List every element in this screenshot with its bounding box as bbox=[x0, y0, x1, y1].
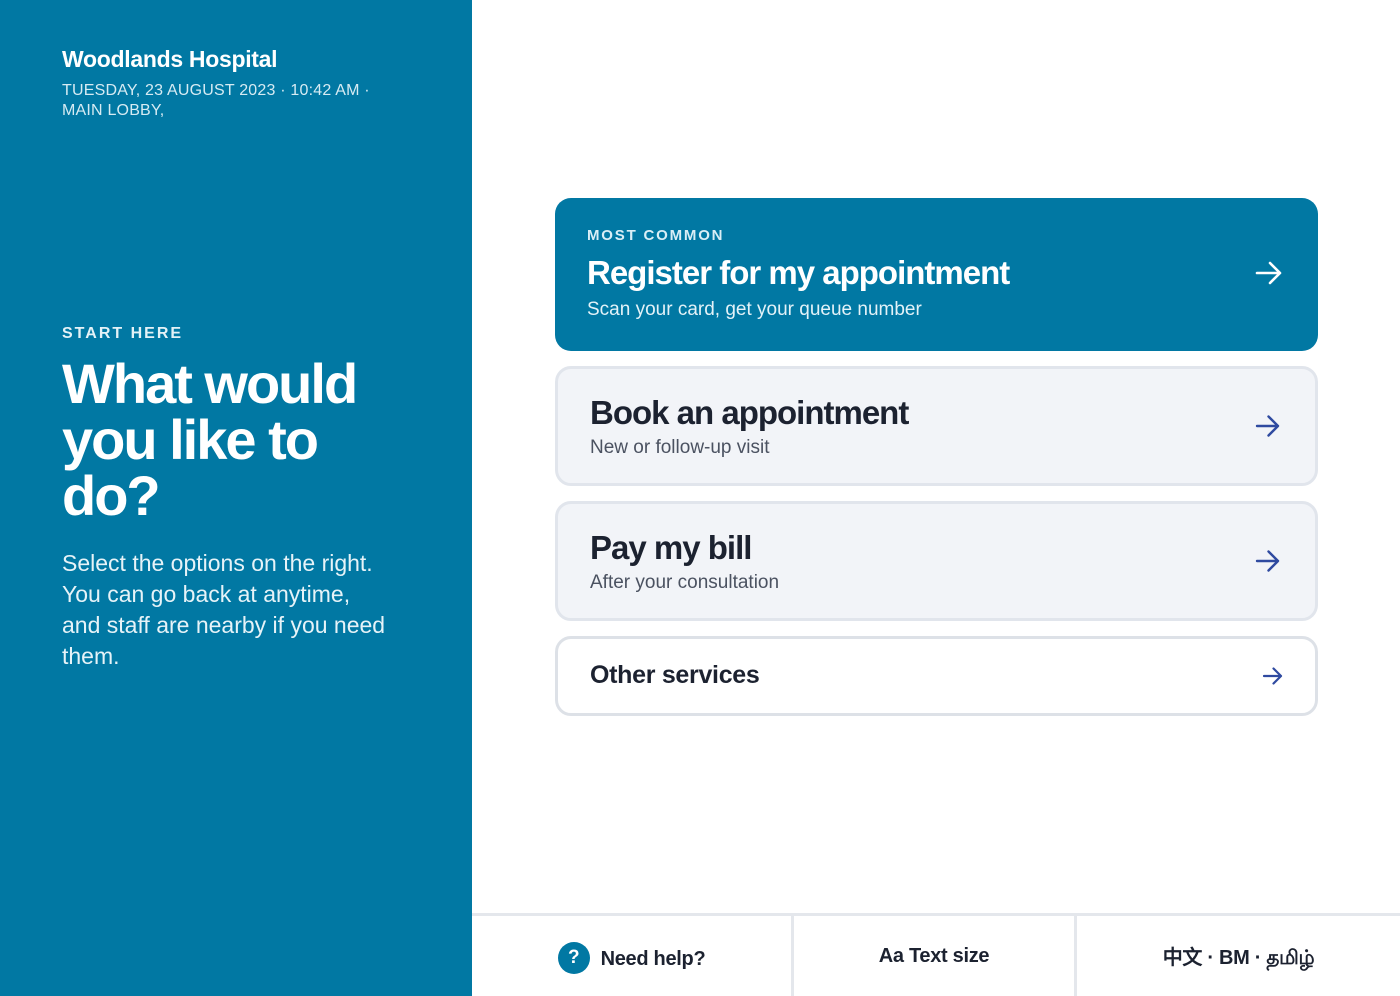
option-title: Book an appointment bbox=[590, 394, 909, 431]
arrow-right-icon bbox=[1262, 667, 1283, 685]
start-here-label: START HERE bbox=[62, 325, 184, 342]
option-subtitle: New or follow-up visit bbox=[590, 437, 770, 458]
option-title: Register for my appointment bbox=[587, 254, 1010, 291]
hospital-name: Woodlands Hospital bbox=[62, 46, 278, 72]
option-subtitle: After your consultation bbox=[590, 572, 780, 593]
text-size-button[interactable]: Aa Text size bbox=[794, 916, 1077, 996]
arrow-right-icon bbox=[1255, 415, 1280, 437]
question-icon: ? bbox=[557, 942, 590, 974]
option-subtitle: Scan your card, get your queue number bbox=[587, 299, 922, 320]
option-title: Other services bbox=[590, 661, 760, 689]
need-help-label: Need help? bbox=[600, 947, 706, 970]
pay-bill-button[interactable]: Pay my bill After your consultation bbox=[555, 501, 1318, 621]
most-common-tag: MOST COMMON bbox=[587, 227, 725, 244]
language-label: 中文 · BM · தமிழ் bbox=[1162, 946, 1315, 969]
text-size-label: Aa Text size bbox=[878, 944, 990, 967]
other-services-button[interactable]: Other services bbox=[555, 636, 1318, 716]
language-button[interactable]: 中文 · BM · தமிழ் bbox=[1077, 916, 1400, 996]
left-panel: Woodlands Hospital TUESDAY, 23 AUGUST 20… bbox=[0, 0, 472, 996]
book-appointment-button[interactable]: Book an appointment New or follow-up vis… bbox=[555, 366, 1318, 486]
bottom-bar: ? Need help? Aa Text size 中文 · BM · தமிழ… bbox=[472, 913, 1400, 996]
arrow-right-icon bbox=[1255, 550, 1280, 572]
datetime-location: TUESDAY, 23 AUGUST 2023 · 10:42 AM · MAI… bbox=[62, 82, 370, 119]
option-title: Pay my bill bbox=[590, 529, 752, 566]
page-title: What would you like to do? bbox=[62, 352, 358, 527]
need-help-button[interactable]: ? Need help? bbox=[472, 916, 794, 996]
register-appointment-button[interactable]: MOST COMMON Register for my appointment … bbox=[555, 198, 1318, 351]
instructions-text: Select the options on the right. You can… bbox=[62, 550, 386, 669]
arrow-right-icon bbox=[1255, 261, 1282, 285]
